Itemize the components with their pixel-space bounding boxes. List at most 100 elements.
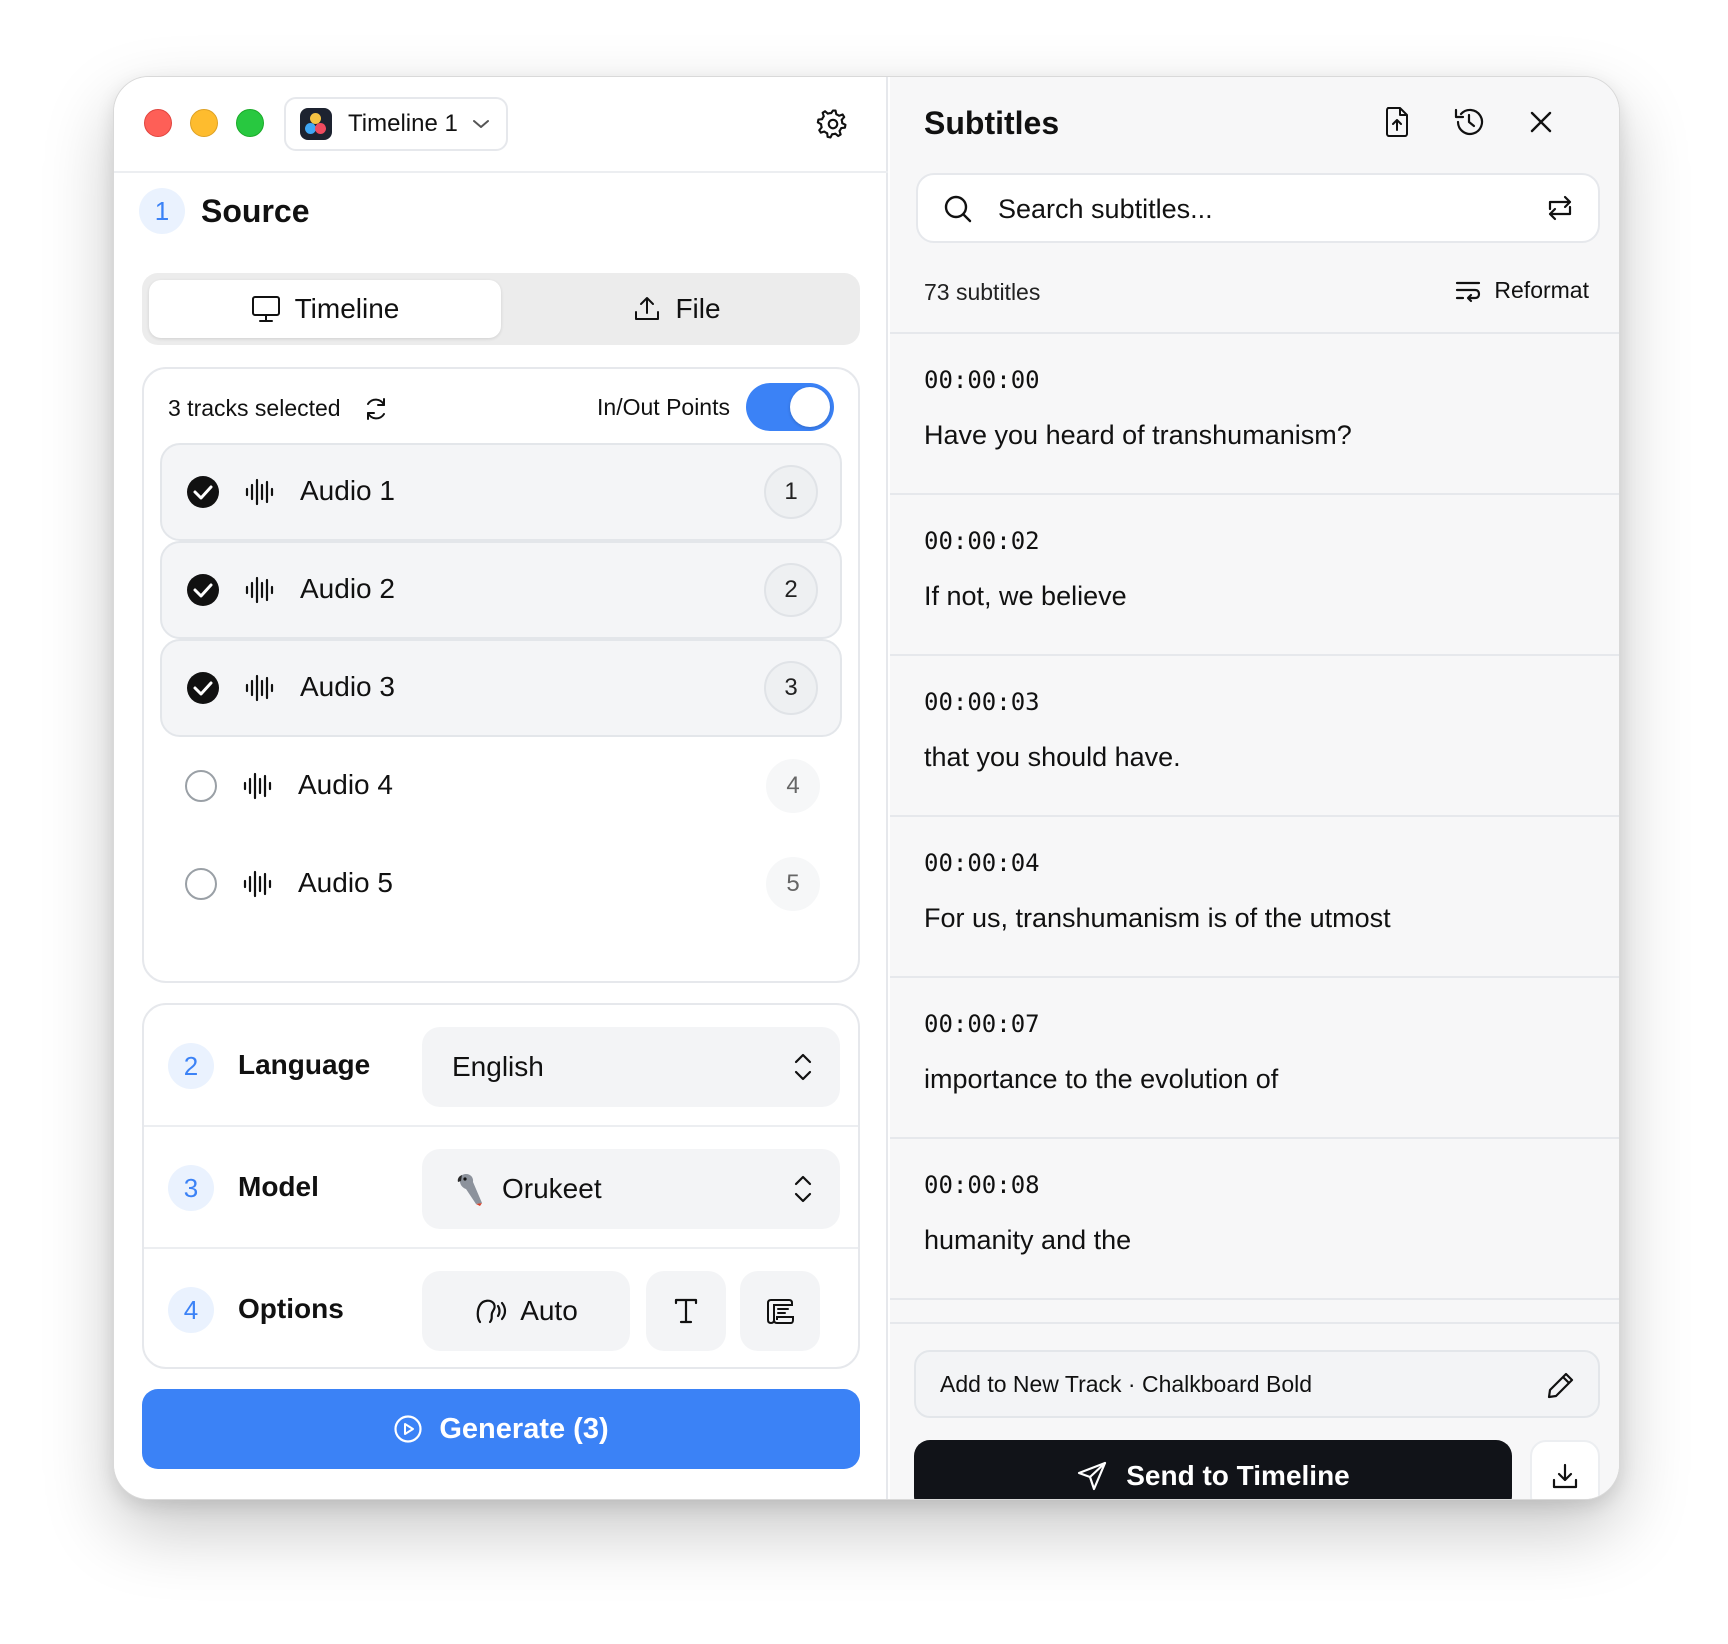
- tracks-header: 3 tracks selected: [168, 395, 389, 422]
- subtitle-count: 73 subtitles: [924, 279, 1041, 305]
- subtitle-item[interactable]: 00:00:08 humanity and the: [890, 1139, 1619, 1300]
- play-circle-icon: [394, 1415, 422, 1443]
- audio-waveform-icon: [245, 674, 274, 702]
- download-icon: [1552, 1463, 1578, 1489]
- tracks-selected-count: 3 tracks selected: [168, 395, 341, 421]
- subtitle-text[interactable]: If not, we believe: [924, 581, 1127, 612]
- send-to-timeline-label: Send to Timeline: [1126, 1460, 1350, 1491]
- monitor-icon: [251, 296, 280, 322]
- davinci-resolve-logo-icon: [300, 108, 332, 140]
- speaker-detect-icon: [476, 1299, 507, 1324]
- track-number-badge: 4: [766, 759, 820, 813]
- language-select-value: English: [452, 1051, 544, 1082]
- auto-speaker-button[interactable]: Auto: [422, 1271, 630, 1351]
- subtitle-text[interactable]: that you should have.: [924, 742, 1181, 773]
- audio-waveform-icon: [245, 576, 274, 604]
- search-subtitles-field[interactable]: [916, 173, 1600, 243]
- subtitle-timestamp: 00:00:02: [924, 527, 1040, 555]
- source-title: Source: [201, 193, 310, 229]
- subtitle-text[interactable]: For us, transhumanism is of the utmost: [924, 903, 1391, 934]
- subtitle-item[interactable]: 00:00:02 If not, we believe: [890, 495, 1619, 656]
- close-window-button[interactable]: [144, 109, 172, 137]
- track-row-audio-1[interactable]: Audio 1 1: [160, 443, 842, 541]
- send-icon: [1078, 1461, 1107, 1491]
- subtitle-item[interactable]: 00:00:03 that you should have.: [890, 656, 1619, 817]
- subtitle-timestamp: 00:00:07: [924, 1010, 1040, 1038]
- track-style-label: Add to New Track · Chalkboard Bold: [940, 1370, 1313, 1397]
- tracks-card: 3 tracks selected In/Out Points Audio 1 …: [142, 367, 860, 983]
- source-segmented-control: Timeline File: [142, 273, 860, 345]
- history-icon[interactable]: [1452, 105, 1486, 139]
- reformat-label: Reformat: [1494, 277, 1589, 303]
- search-icon: [944, 195, 972, 223]
- subtitle-list[interactable]: 00:00:00 Have you heard of transhumanism…: [890, 332, 1619, 1322]
- track-style-field[interactable]: Add to New Track · Chalkboard Bold: [914, 1350, 1600, 1418]
- track-number-badge: 3: [764, 661, 818, 715]
- download-button[interactable]: [1530, 1440, 1600, 1499]
- chevron-up-down-icon: [794, 1175, 812, 1203]
- reformat-button[interactable]: Reformat: [1454, 277, 1589, 304]
- track-label: Audio 4: [298, 769, 393, 800]
- track-number-badge: 2: [764, 563, 818, 617]
- tab-timeline-label: Timeline: [294, 293, 400, 324]
- pencil-icon[interactable]: [1546, 1370, 1576, 1400]
- track-label: Audio 1: [300, 475, 395, 506]
- replace-icon[interactable]: [1544, 193, 1576, 223]
- checkbox-unchecked-icon[interactable]: [184, 867, 218, 901]
- generate-label: Generate (3): [439, 1412, 609, 1445]
- send-to-timeline-button[interactable]: Send to Timeline: [914, 1440, 1512, 1499]
- gear-icon[interactable]: [816, 107, 850, 141]
- track-row-audio-5[interactable]: Audio 5 5: [160, 835, 842, 933]
- toggle-knob: [790, 387, 830, 427]
- close-icon[interactable]: [1524, 105, 1558, 139]
- subtitles-title: Subtitles: [924, 105, 1060, 141]
- subtitle-item[interactable]: 00:00:00 Have you heard of transhumanism…: [890, 334, 1619, 495]
- search-input[interactable]: [998, 189, 1518, 229]
- subtitle-timestamp: 00:00:03: [924, 688, 1040, 716]
- track-row-audio-4[interactable]: Audio 4 4: [160, 737, 842, 835]
- tab-file-label: File: [675, 293, 721, 324]
- model-select-value: Orukeet: [502, 1173, 602, 1204]
- track-row-audio-2[interactable]: Audio 2 2: [160, 541, 842, 639]
- subtitle-text[interactable]: humanity and the: [924, 1225, 1131, 1256]
- settings-card: 2 Language English 3 Model Orukeet 4 Opt…: [142, 1003, 860, 1369]
- generate-button[interactable]: Generate (3): [142, 1389, 860, 1469]
- auto-speaker-label: Auto: [520, 1295, 578, 1326]
- chevron-up-down-icon: [794, 1053, 812, 1081]
- language-title: Language: [238, 1049, 371, 1080]
- audio-waveform-icon: [243, 772, 272, 800]
- track-number-badge: 5: [766, 857, 820, 911]
- checkbox-unchecked-icon[interactable]: [184, 769, 218, 803]
- tab-timeline[interactable]: Timeline: [149, 280, 501, 338]
- model-select[interactable]: Orukeet: [422, 1149, 840, 1229]
- track-row-audio-3[interactable]: Audio 3 3: [160, 639, 842, 737]
- timeline-selector[interactable]: Timeline 1: [284, 97, 508, 151]
- script-button[interactable]: [740, 1271, 820, 1351]
- step-badge: 4: [168, 1287, 214, 1333]
- refresh-icon[interactable]: [363, 396, 389, 422]
- tab-file[interactable]: File: [501, 280, 853, 338]
- audio-waveform-icon: [243, 870, 272, 898]
- subtitle-item[interactable]: 00:00:07 importance to the evolution of: [890, 978, 1619, 1139]
- language-select[interactable]: English: [422, 1027, 840, 1107]
- chevron-down-icon: [472, 120, 489, 128]
- subtitle-text[interactable]: Have you heard of transhumanism?: [924, 420, 1352, 451]
- upload-icon: [635, 297, 660, 320]
- text-format-button[interactable]: [646, 1271, 726, 1351]
- checkbox-checked-icon[interactable]: [186, 573, 220, 607]
- minimize-window-button[interactable]: [190, 109, 218, 137]
- step-badge: 2: [168, 1043, 214, 1089]
- checkbox-checked-icon[interactable]: [186, 671, 220, 705]
- zoom-window-button[interactable]: [236, 109, 264, 137]
- checkbox-checked-icon[interactable]: [186, 475, 220, 509]
- subtitle-text[interactable]: importance to the evolution of: [924, 1064, 1278, 1095]
- options-title: Options: [238, 1293, 344, 1324]
- left-pane: Timeline 1 1 Source Timeline File 3 trac…: [114, 77, 888, 1499]
- file-upload-icon[interactable]: [1380, 105, 1414, 139]
- timeline-selector-label: Timeline 1: [348, 110, 458, 137]
- subtitles-footer: Add to New Track · Chalkboard Bold Send …: [890, 1322, 1619, 1499]
- model-row: 3 Model Orukeet: [144, 1127, 858, 1249]
- subtitle-item[interactable]: 00:00:04 For us, transhumanism is of the…: [890, 817, 1619, 978]
- inout-points-toggle[interactable]: [746, 383, 834, 431]
- track-label: Audio 5: [298, 867, 393, 898]
